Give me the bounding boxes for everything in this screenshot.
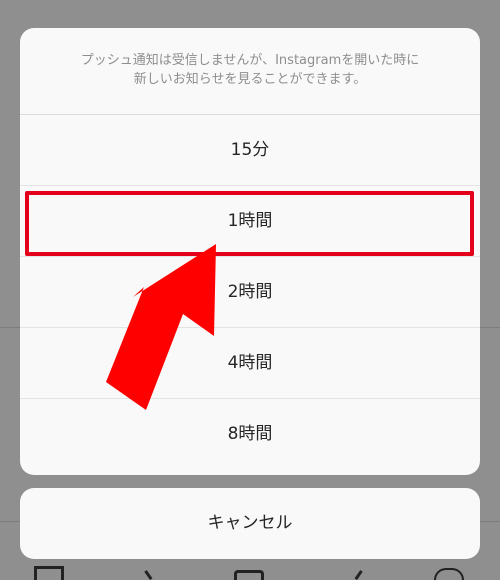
pointer-arrow-icon	[106, 244, 216, 410]
